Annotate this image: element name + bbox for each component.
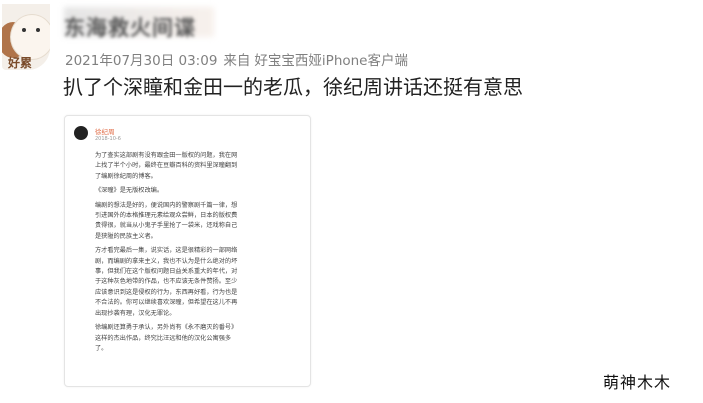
attached-image[interactable]: 徐纪周 2018-10-6 为了查实这部剧有没有跟金田一版权的问题，我在网 上找了… <box>64 115 311 387</box>
screenshot-text-line: 徐编剧还算勇于承认，另外尚有《永不磨灭的番号》 <box>95 324 238 332</box>
screenshot-body: 为了查实这部剧有没有跟金田一版权的问题，我在网 上找了半个小时，最终在豆瓣百科的资… <box>95 151 301 354</box>
source-prefix: 来自 <box>223 53 251 69</box>
post-meta: 2021年07月30日 03:09 来自 好宝宝西娅iPhone客户端 <box>65 49 408 69</box>
screenshot-text-line: 编剧的想法是好的，便说国内的警察剧千篇一律，想 <box>95 201 238 209</box>
username[interactable]: 东海救火间谍 <box>64 12 196 42</box>
watermark: 萌神木木 <box>603 373 672 392</box>
avatar-caption: 好累 <box>8 56 33 70</box>
screenshot-text-line: 不合法的。你可以继续喜欢深瞳，但希望在这儿不再 <box>95 299 238 307</box>
screenshot-text-line: 是狭隘的民族主义者。 <box>95 232 157 240</box>
screenshot-author-name: 徐纪周 <box>95 128 115 136</box>
screenshot-text-line: 《深瞳》是无版权改编。 <box>95 187 164 195</box>
screenshot-text-line: 了编剧徐纪周的博客。 <box>95 172 157 180</box>
screenshot-author-avatar <box>74 126 88 140</box>
screenshot-text-line: 贵得很，就当从小鬼子手里抢了一袋米，还戏称自己 <box>95 222 238 230</box>
screenshot-text-line: 引进国外的本格推理元素给观众尝鲜，日本的版权费 <box>95 212 238 220</box>
screenshot-date: 2018-10-6 <box>95 136 121 142</box>
screenshot-text-line: 出现抄袭有理，汉化无罪论。 <box>95 309 176 317</box>
avatar-eye-left <box>22 28 26 32</box>
post-text: 扒了个深瞳和金田一的老瓜，徐纪周讲话还挺有意思 <box>63 75 523 99</box>
screenshot-text-line: 剧，而编剧的拿来主义，我也不认为是什么绝对的坏 <box>95 257 238 265</box>
screenshot-text-line: 为了查实这部剧有没有跟金田一版权的问题，我在网 <box>95 152 238 159</box>
screenshot-text-line: 方才看完最后一集，说实话，这是很精彩的一部网络 <box>95 247 238 255</box>
screenshot-text-line: 了。 <box>95 344 108 352</box>
avatar-eye-right <box>36 28 40 32</box>
user-avatar[interactable]: 好累 <box>2 4 50 70</box>
weibo-post: 好累 东海救火间谍 2021年07月30日 03:09 来自 好宝宝西娅iPhone… <box>0 0 703 403</box>
screenshot-text-line: 这样的杰出作品，终究比汪远和他的汉化公寓强多 <box>95 334 232 342</box>
post-source[interactable]: 好宝宝西娅iPhone客户端 <box>254 53 408 69</box>
screenshot-text-line: 应该意识到这是侵权的行为，东西再好看，行为也是 <box>95 288 238 296</box>
screenshot-text-line: 上找了半个小时，最终在豆瓣百科的资料里深瞳翻到 <box>95 162 238 170</box>
screenshot-text-line: 于这种灰色地带的作品，也不应该无条件赞扬。至少 <box>95 278 238 286</box>
screenshot-text-line: 事，但我们在这个版权问题日益关系重大的年代，对 <box>95 268 238 276</box>
post-time[interactable]: 2021年07月30日 03:09 <box>65 53 217 69</box>
